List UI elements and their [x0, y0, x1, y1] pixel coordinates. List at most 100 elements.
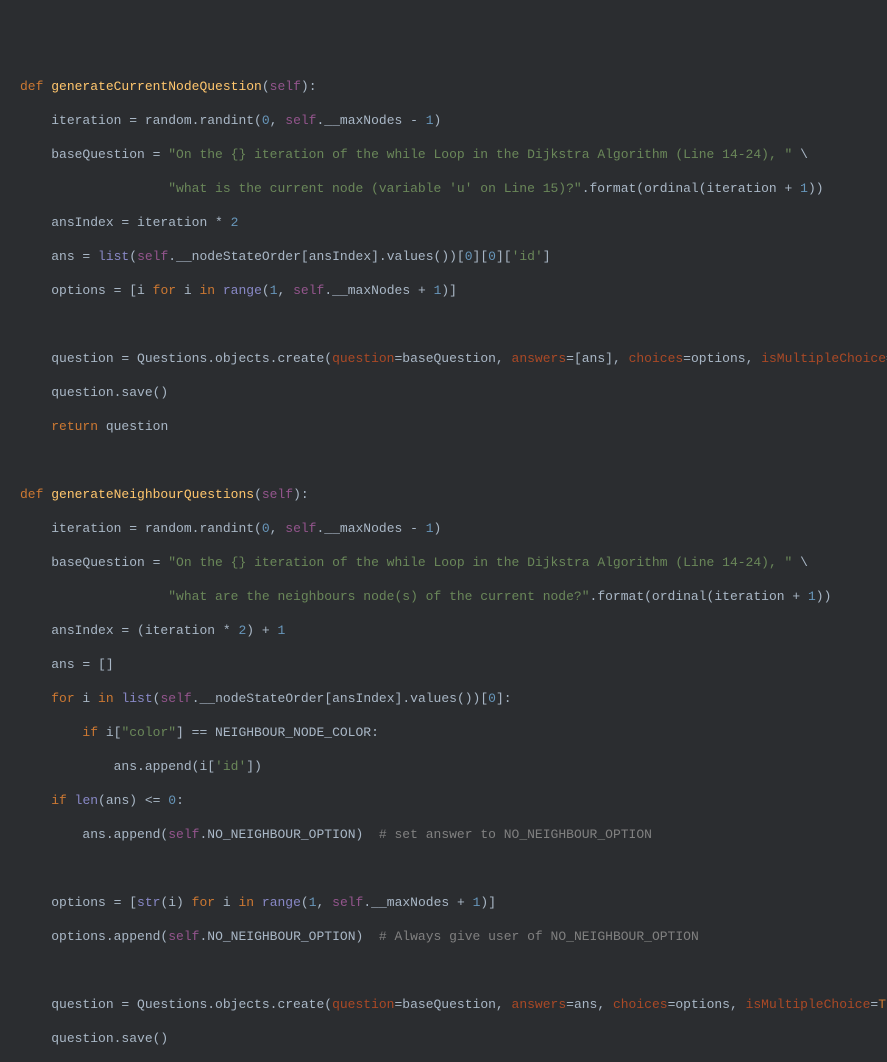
keyword: if — [82, 725, 98, 740]
self: self — [285, 521, 316, 536]
self: self — [137, 249, 168, 264]
code-text: question — [98, 419, 168, 434]
code-text: ][ — [496, 249, 512, 264]
code-line: ans = list(self.__nodeStateOrder[ansInde… — [20, 248, 867, 265]
self: self — [332, 895, 363, 910]
code-editor[interactable]: def generateCurrentNodeQuestion(self): i… — [20, 78, 867, 1062]
param-self: self — [262, 487, 293, 502]
code-text: , — [317, 895, 333, 910]
code-text: question = Questions.objects.create( — [51, 351, 332, 366]
code-line: options.append(self.NO_NEIGHBOUR_OPTION)… — [20, 928, 867, 945]
kwarg: choices — [613, 997, 668, 1012]
string: "what is the current node (variable 'u' … — [168, 181, 581, 196]
code-text: ( — [301, 895, 309, 910]
number: 0 — [465, 249, 473, 264]
code-line: "what is the current node (variable 'u' … — [20, 180, 867, 197]
string: "On the {} iteration of the while Loop i… — [168, 147, 792, 162]
code-text: ans.append(i[ — [114, 759, 215, 774]
code-text: options.append( — [51, 929, 168, 944]
function-name: generateCurrentNodeQuestion — [51, 79, 262, 94]
keyword: for — [153, 283, 176, 298]
keyword: for — [51, 691, 74, 706]
kwarg: question — [332, 997, 394, 1012]
code-text: ] == NEIGHBOUR_NODE_COLOR: — [176, 725, 379, 740]
code-text: ( — [153, 691, 161, 706]
code-text: .format(ordinal(iteration + — [590, 589, 808, 604]
builtin: list — [121, 691, 152, 706]
code-text: ) — [434, 113, 442, 128]
code-text: )) — [808, 181, 824, 196]
code-text: ( — [129, 249, 137, 264]
self: self — [293, 283, 324, 298]
code-text: ( — [262, 283, 270, 298]
keyword: if — [51, 793, 67, 808]
code-text: \ — [792, 555, 808, 570]
code-line: if i["color"] == NEIGHBOUR_NODE_COLOR: — [20, 724, 867, 741]
code-line: "what are the neighbours node(s) of the … — [20, 588, 867, 605]
code-text — [67, 793, 75, 808]
kwarg: answers — [512, 351, 567, 366]
code-text: iteration = random.randint( — [51, 113, 262, 128]
code-text — [114, 691, 122, 706]
number: 2 — [238, 623, 246, 638]
code-text: .__nodeStateOrder[ansIndex].values())[ — [192, 691, 488, 706]
keyword: in — [238, 895, 254, 910]
code-text: options = [i — [51, 283, 152, 298]
code-text: ansIndex = (iteration * — [51, 623, 238, 638]
self: self — [168, 929, 199, 944]
code-text: question = Questions.objects.create( — [51, 997, 332, 1012]
function-name: generateNeighbourQuestions — [51, 487, 254, 502]
code-line: question = Questions.objects.create(ques… — [20, 350, 867, 367]
code-line: iteration = random.randint(0, self.__max… — [20, 112, 867, 129]
code-text: i — [75, 691, 98, 706]
code-line: options = [str(i) for i in range(1, self… — [20, 894, 867, 911]
code-text: , — [278, 283, 294, 298]
string: "On the {} iteration of the while Loop i… — [168, 555, 792, 570]
code-text: = — [870, 997, 878, 1012]
self: self — [168, 827, 199, 842]
code-line: ans.append(i['id']) — [20, 758, 867, 775]
code-text: question.save() — [51, 385, 168, 400]
code-text: =[ans], — [566, 351, 628, 366]
blank-line — [20, 452, 867, 469]
blank-line — [20, 962, 867, 979]
code-text: question.save() — [51, 1031, 168, 1046]
code-text: )] — [441, 283, 457, 298]
code-text: : — [176, 793, 184, 808]
code-text: i — [176, 283, 199, 298]
builtin: str — [137, 895, 160, 910]
code-text: ans = — [51, 249, 98, 264]
builtin: len — [75, 793, 98, 808]
code-line: ansIndex = iteration * 2 — [20, 214, 867, 231]
comment: # set answer to NO_NEIGHBOUR_OPTION — [379, 827, 652, 842]
code-line: question.save() — [20, 1030, 867, 1047]
code-text: ]: — [496, 691, 512, 706]
string: "color" — [121, 725, 176, 740]
code-text — [215, 283, 223, 298]
code-text: ][ — [473, 249, 489, 264]
keyword: return — [51, 419, 98, 434]
code-text: .__maxNodes + — [324, 283, 433, 298]
code-text: ans.append( — [82, 827, 168, 842]
kwarg: question — [332, 351, 394, 366]
code-line: ansIndex = (iteration * 2) + 1 — [20, 622, 867, 639]
code-line: def generateNeighbourQuestions(self): — [20, 486, 867, 503]
number: 0 — [488, 249, 496, 264]
keyword-def: def — [20, 79, 43, 94]
number: 1 — [426, 113, 434, 128]
code-text: .format(ordinal(iteration + — [582, 181, 800, 196]
keyword: for — [192, 895, 215, 910]
code-line: options = [i for i in range(1, self.__ma… — [20, 282, 867, 299]
kwarg: answers — [512, 997, 567, 1012]
code-text: .__maxNodes - — [317, 521, 426, 536]
code-text: baseQuestion = — [51, 147, 168, 162]
code-text: .NO_NEIGHBOUR_OPTION) — [199, 827, 378, 842]
code-text: =options, — [683, 351, 761, 366]
code-line: baseQuestion = "On the {} iteration of t… — [20, 554, 867, 571]
code-text: , — [270, 521, 286, 536]
kwarg: choices — [629, 351, 684, 366]
code-line: if len(ans) <= 0: — [20, 792, 867, 809]
code-text: =options, — [668, 997, 746, 1012]
builtin: range — [223, 283, 262, 298]
code-text: ]) — [246, 759, 262, 774]
